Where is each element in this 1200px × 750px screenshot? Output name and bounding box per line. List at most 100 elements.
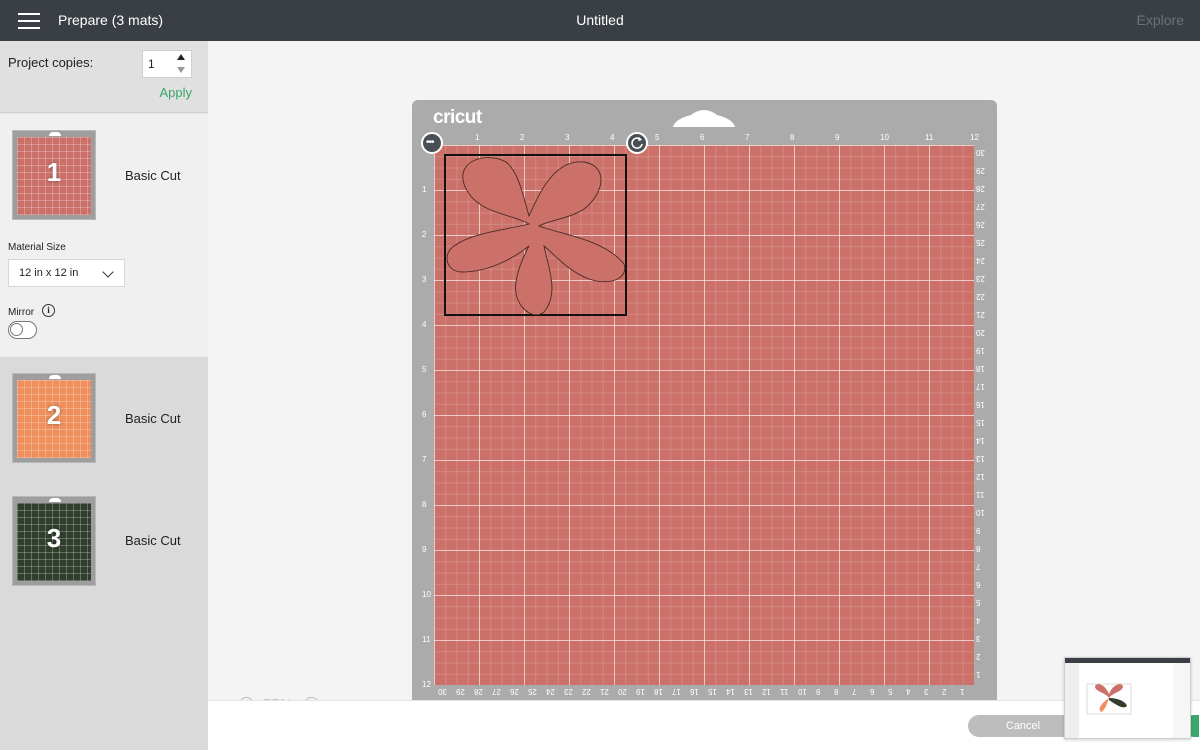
bottom-ruler-label: 2 [942,687,947,696]
bottom-ruler-label: 6 [870,687,875,696]
material-size-label: Material Size [8,242,66,253]
right-ruler-label: 5 [976,598,981,607]
mat-thumbnail-3[interactable]: 3 [12,496,96,586]
bottom-ruler-label: 24 [546,687,555,696]
footer-bar: Cancel [208,700,1200,750]
top-ruler-label: 10 [880,133,889,142]
left-ruler-label: 3 [422,275,427,284]
design-preview-thumbnail[interactable] [1064,657,1191,739]
right-ruler-label: 17 [976,382,985,391]
mat-number: 2 [46,400,62,430]
right-ruler-label: 28 [976,184,985,193]
left-ruler-label: 5 [422,365,427,374]
mat-thumbnail-1[interactable]: 1 [12,130,96,220]
info-icon[interactable]: i [42,304,55,317]
left-ruler-label: 12 [422,680,431,689]
mat-number: 1 [46,157,62,187]
top-ruler-label: 1 [475,133,480,142]
bottom-ruler-label: 20 [618,687,627,696]
bottom-ruler-label: 25 [528,687,537,696]
apply-button[interactable]: Apply [159,85,192,100]
bottom-ruler-label: 1 [960,687,965,696]
toggle-knob [10,323,23,336]
bottom-ruler-label: 5 [888,687,893,696]
project-copies-value[interactable]: 1 [148,57,155,71]
right-ruler-label: 24 [976,256,985,265]
bottom-ruler-label: 13 [744,687,753,696]
other-mats-panel: 2 Basic Cut 3 Basic Cut [0,357,208,750]
bottom-ruler-label: 21 [600,687,609,696]
bottom-ruler-label: 11 [780,687,789,696]
right-ruler-label: 11 [976,490,985,499]
cutting-mat: cricut ••• 1 2 3 4 5 6 7 8 9 10 11 12 1 2 3 4 5 6 7 8 9 10 11 1… [412,100,997,700]
bottom-ruler-label: 17 [672,687,681,696]
bottom-ruler-label: 19 [636,687,645,696]
step-title: Prepare (3 mats) [58,12,164,28]
mat-2-label[interactable]: Basic Cut [125,411,181,426]
bottom-ruler-label: 22 [582,687,591,696]
document-title: Untitled [576,12,624,28]
bottom-ruler-label: 14 [726,687,735,696]
left-ruler-label: 8 [422,500,427,509]
mat-canvas: cricut ••• 1 2 3 4 5 6 7 8 9 10 11 12 1 2 3 4 5 6 7 8 9 10 11 1… [208,41,1200,713]
mat-3-label[interactable]: Basic Cut [125,533,181,548]
bottom-ruler-label: 8 [834,687,839,696]
top-ruler-label: 4 [610,133,615,142]
project-copies-stepper[interactable]: 1 [142,50,192,78]
bottom-ruler-label: 27 [492,687,501,696]
right-ruler-label: 21 [976,310,985,319]
left-ruler-label: 7 [422,455,427,464]
right-ruler-label: 10 [976,508,985,517]
more-options-button[interactable]: ••• [421,132,443,154]
left-ruler-label: 1 [422,185,427,194]
bottom-ruler-label: 16 [690,687,699,696]
project-copies-panel: Project copies: 1 Apply [0,41,208,113]
mat-brand-logo: cricut [433,107,482,128]
left-ruler-label: 6 [422,410,427,419]
bottom-ruler-label: 29 [456,687,465,696]
left-ruler-label: 11 [422,635,431,644]
bottom-ruler-label: 30 [438,687,447,696]
right-ruler-label: 20 [976,328,985,337]
mat-item-1-panel: 1 Basic Cut Material Size 12 in x 12 in … [0,114,208,357]
bottom-ruler-label: 26 [510,687,519,696]
right-ruler-label: 6 [976,580,981,589]
mat-thumbnail-tab [49,375,61,379]
machine-selector[interactable]: Explore [1137,12,1184,28]
hamburger-icon[interactable] [18,13,40,29]
mirror-toggle[interactable] [8,321,37,339]
rotate-button[interactable] [626,132,648,154]
top-ruler-label: 12 [970,133,979,142]
top-ruler-label: 2 [520,133,525,142]
left-ruler-label: 10 [422,590,431,599]
top-ruler-label: 9 [835,133,840,142]
right-ruler-label: 4 [976,616,981,625]
increment-arrow-icon[interactable] [177,54,185,60]
right-ruler-label: 26 [976,220,985,229]
right-ruler-label: 18 [976,364,985,373]
right-ruler-label: 9 [976,526,981,535]
right-ruler-label: 19 [976,346,985,355]
material-size-select[interactable]: 12 in x 12 in [8,259,125,287]
left-ruler-label: 2 [422,230,427,239]
mirror-label: Mirror [8,307,35,318]
mat-handle-icon [673,110,735,127]
right-ruler-label: 15 [976,418,985,427]
mat-1-label[interactable]: Basic Cut [125,168,181,183]
mat-thumbnail-2[interactable]: 2 [12,373,96,463]
right-ruler-label: 8 [976,544,981,553]
right-ruler-label: 1 [976,670,981,679]
right-ruler-label: 12 [976,472,985,481]
right-ruler-label: 29 [976,166,985,175]
cancel-button[interactable]: Cancel [968,715,1078,737]
bottom-ruler-label: 4 [906,687,911,696]
flower-shape[interactable] [444,154,627,316]
mat-thumbnail-tab [49,132,61,136]
right-ruler-label: 7 [976,562,981,571]
ellipsis-icon: ••• [426,137,434,148]
decrement-arrow-icon[interactable] [177,67,185,73]
bottom-ruler-label: 7 [852,687,857,696]
right-ruler-label: 25 [976,238,985,247]
right-ruler-label: 27 [976,202,985,211]
top-bar: Prepare (3 mats) Untitled Explore [0,0,1200,41]
